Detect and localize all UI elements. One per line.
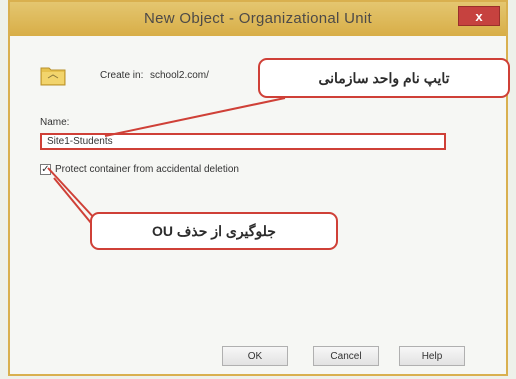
ok-button[interactable]: OK bbox=[222, 346, 288, 366]
title-bar[interactable]: New Object - Organizational Unit x bbox=[10, 2, 506, 36]
protect-callout-text: جلوگیری از حذف OU bbox=[152, 222, 276, 239]
name-callout-pointer bbox=[104, 97, 286, 137]
checkmark-icon: ✓ bbox=[41, 164, 50, 175]
cancel-button[interactable]: Cancel bbox=[313, 346, 379, 366]
create-in-label: Create in: bbox=[100, 70, 144, 81]
name-input[interactable] bbox=[40, 133, 446, 150]
window-title: New Object - Organizational Unit bbox=[143, 10, 373, 27]
create-in-path: school2.com/ bbox=[150, 70, 209, 81]
protect-label: Protect container from accidental deleti… bbox=[55, 164, 239, 175]
ou-folder-icon bbox=[40, 67, 66, 86]
name-callout-text: تایپ نام واحد سازمانی bbox=[318, 69, 450, 86]
name-callout: تایپ نام واحد سازمانی bbox=[258, 58, 510, 98]
close-icon: x bbox=[475, 8, 483, 24]
protect-callout-pointer-upper bbox=[47, 167, 97, 221]
help-button[interactable]: Help bbox=[399, 346, 465, 366]
name-label: Name: bbox=[40, 117, 70, 128]
protect-option[interactable]: ✓ Protect container from accidental dele… bbox=[40, 164, 239, 175]
close-button[interactable]: x bbox=[458, 6, 500, 26]
dialog-content: Create in: school2.com/ Name: ✓ Protect … bbox=[10, 36, 510, 374]
protect-callout: جلوگیری از حذف OU bbox=[90, 212, 338, 250]
new-object-dialog: New Object - Organizational Unit x Creat… bbox=[8, 0, 510, 376]
protect-checkbox[interactable]: ✓ bbox=[40, 164, 51, 175]
